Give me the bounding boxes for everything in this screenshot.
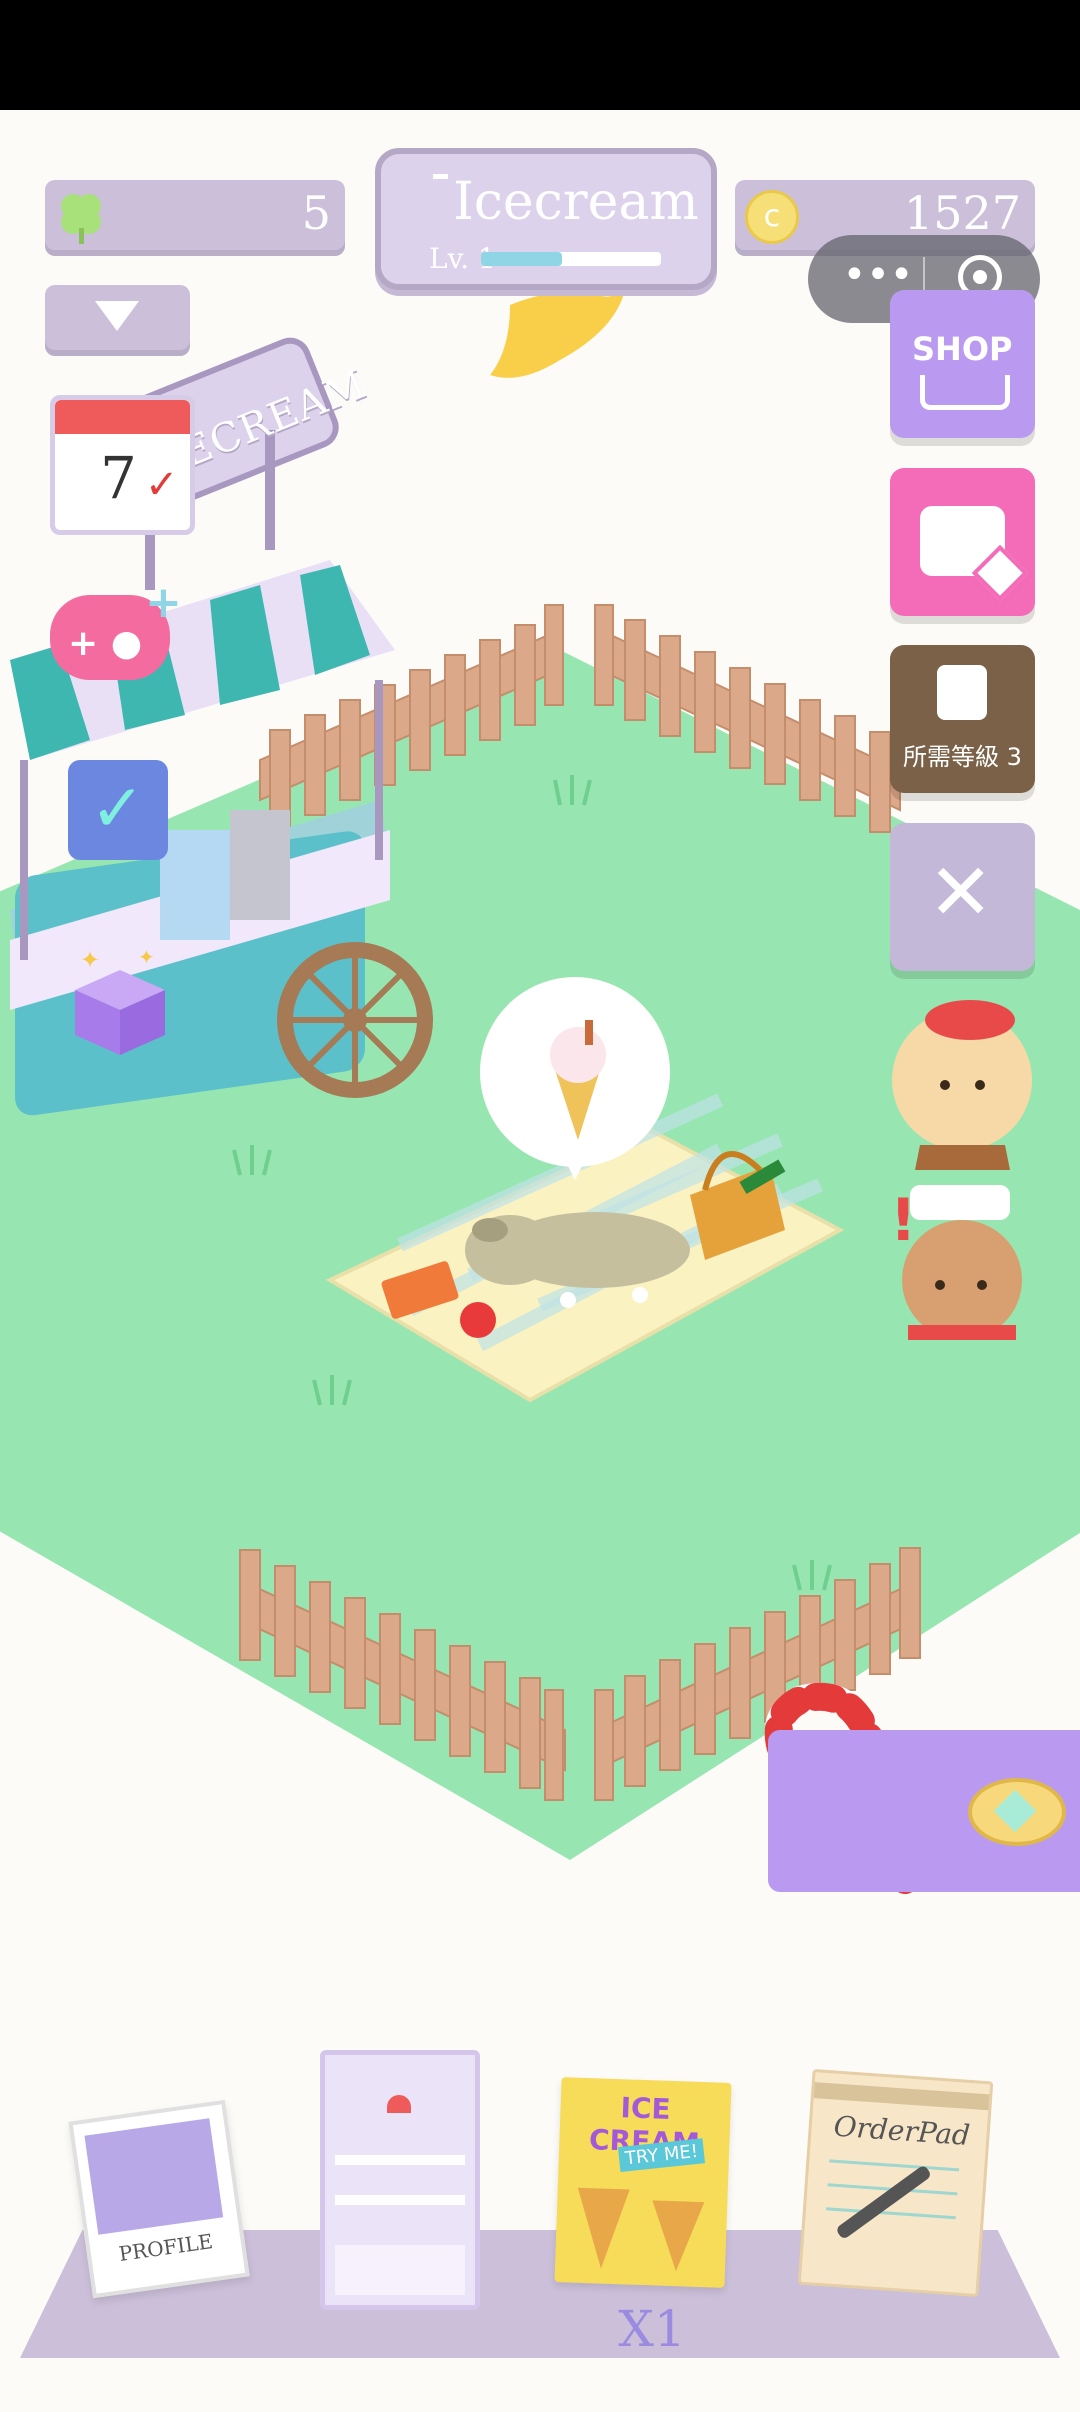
target-dot xyxy=(973,270,987,284)
locked-label: 所需等級 3 xyxy=(903,743,1022,771)
lock-icon xyxy=(937,665,987,720)
shelf-cabinet-button[interactable] xyxy=(320,2050,480,2310)
order-pad-button[interactable]: OrderPad xyxy=(797,2068,994,2298)
task-checklist-button[interactable]: ✓ xyxy=(68,760,168,860)
coin-count: 1527 xyxy=(903,186,1021,240)
box-icon: ✦ ✦ xyxy=(75,945,165,1055)
pad-line-1 xyxy=(829,2159,960,2172)
orderpad-label: OrderPad xyxy=(832,2109,972,2153)
gift-box-button[interactable]: ✦ ✦ xyxy=(60,945,180,1060)
dropdown-button[interactable] xyxy=(45,285,190,350)
svg-text:✦: ✦ xyxy=(80,950,100,974)
diamond-offer-banner[interactable] xyxy=(768,1730,1080,1892)
pad-binding xyxy=(813,2082,990,2111)
chevron-down-icon xyxy=(95,301,139,331)
daily-calendar-button[interactable]: 7 ✓ xyxy=(50,395,195,535)
dog-photo-icon xyxy=(84,2118,224,2235)
level-progress xyxy=(481,252,661,266)
svg-text:✦: ✦ xyxy=(138,950,155,969)
cart-icon xyxy=(920,375,1010,410)
wrench-hammer-icon: ✕ xyxy=(928,848,994,938)
level-progress-fill xyxy=(481,252,562,266)
ice-cream-poster-button[interactable]: ICE CREAM TRY ME! xyxy=(554,2077,732,2288)
cabinet-shelf-2 xyxy=(335,2195,465,2205)
treasure-chest-button[interactable] xyxy=(890,468,1035,616)
cone-icon-2 xyxy=(649,2200,705,2273)
tools-button[interactable]: ✕ xyxy=(890,823,1035,971)
clover-count: 5 xyxy=(301,186,331,240)
clover-counter: 5 xyxy=(45,180,345,250)
plus-icon: + xyxy=(145,577,182,628)
cabinet-drawers xyxy=(335,2245,465,2295)
gem-icon xyxy=(993,1789,1037,1833)
svg-text:!: ! xyxy=(890,1186,916,1254)
pad-line-3 xyxy=(825,2207,956,2220)
apple xyxy=(460,1302,496,1338)
cone-icon xyxy=(574,2187,630,2270)
profile-button[interactable]: PROFILE xyxy=(68,2099,250,2299)
clover-icon xyxy=(61,194,101,244)
shop-label: SHOP xyxy=(912,330,1013,368)
calendar-icon xyxy=(55,400,190,434)
title-plaque[interactable]: Icecream Lv. 1 xyxy=(375,148,717,290)
shop-button[interactable]: SHOP xyxy=(890,290,1035,438)
calendar-day: 7 xyxy=(100,444,137,512)
game-controller-button[interactable]: + ● + xyxy=(50,577,182,680)
multiplier-text: X1 xyxy=(618,2300,686,2358)
locked-outfit-button[interactable]: 所需等級 3 xyxy=(890,645,1035,793)
cabinet-shelf-1 xyxy=(335,2155,465,2165)
check-icon: ✓ xyxy=(145,462,179,508)
gem-coin-icon xyxy=(968,1778,1066,1846)
gamepad-icon: + ● xyxy=(68,623,143,664)
lamp-icon xyxy=(387,2095,411,2113)
title-text: Icecream xyxy=(453,172,699,232)
banana-icon xyxy=(490,290,625,378)
coin-icon: c xyxy=(745,190,799,244)
pen-icon xyxy=(835,2164,933,2241)
checkbox-icon: ✓ xyxy=(90,770,146,847)
